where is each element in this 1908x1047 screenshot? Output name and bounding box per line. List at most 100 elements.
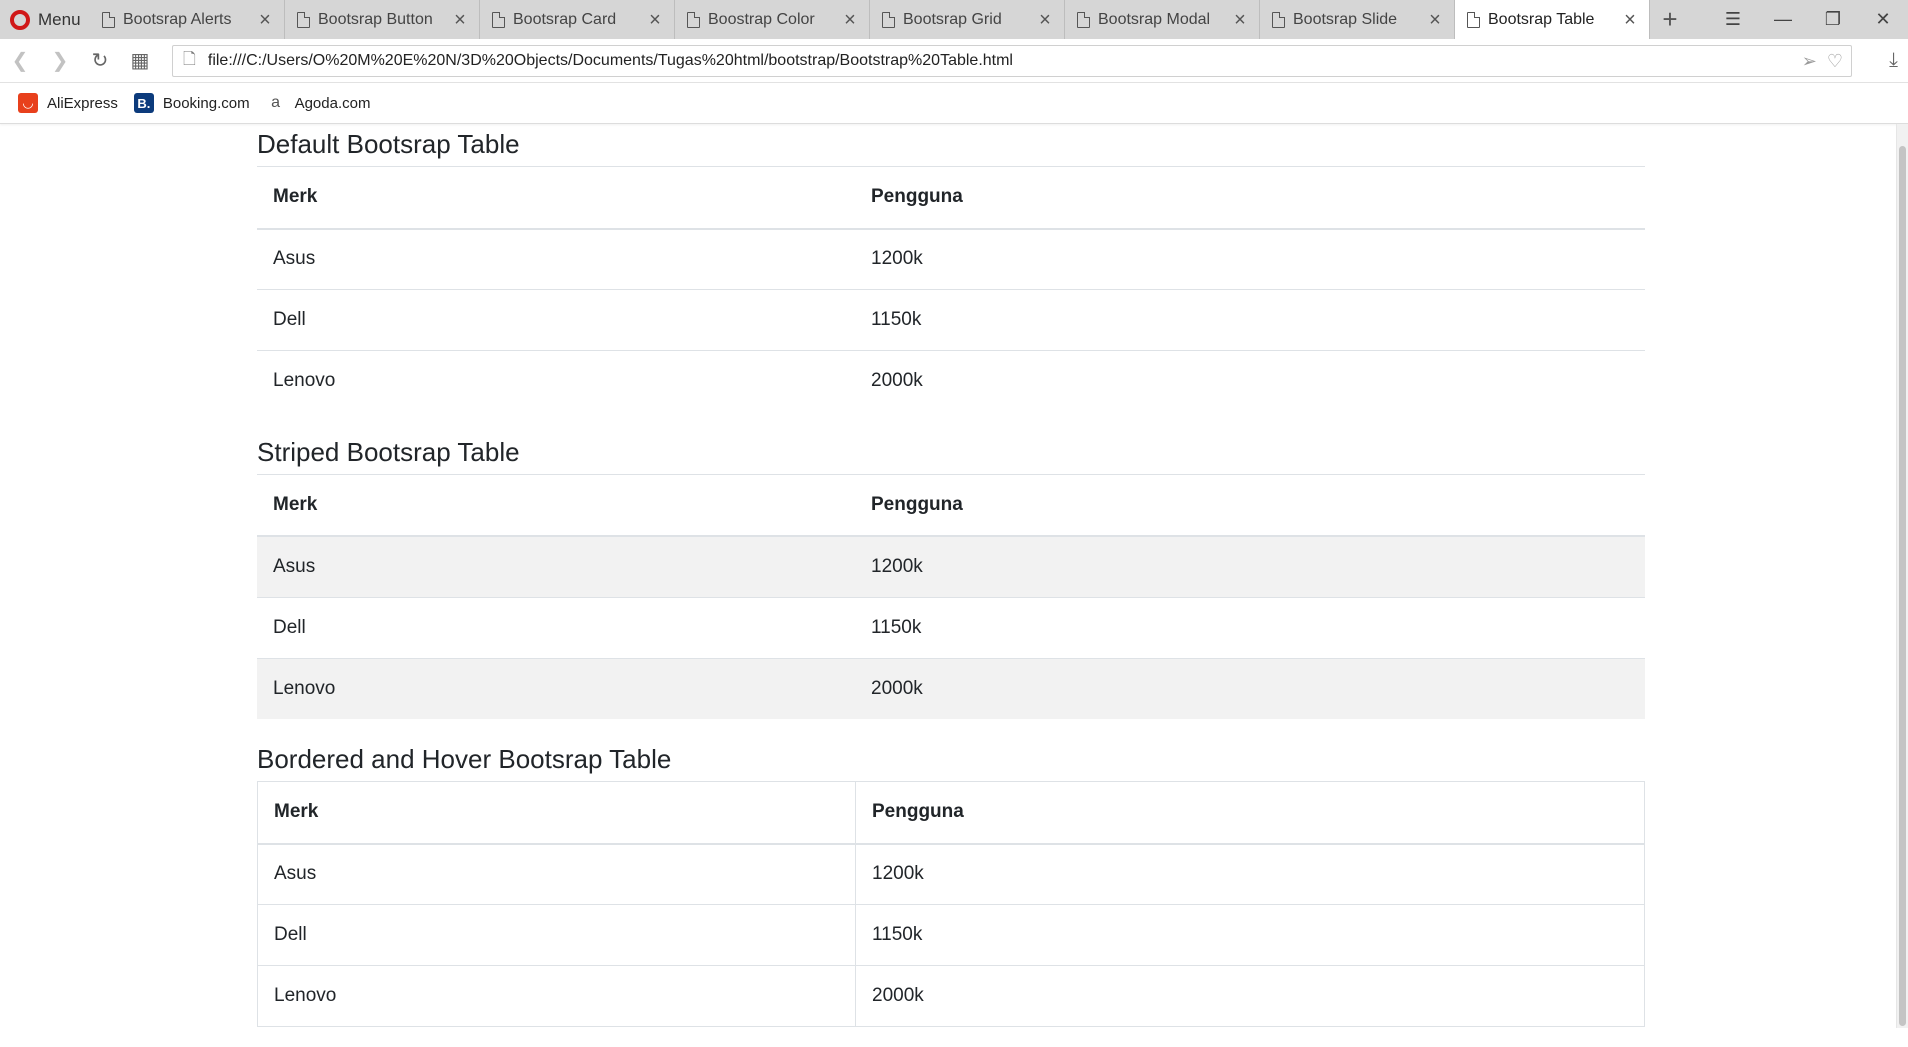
default-table: Merk Pengguna Asus 1200k Dell 1150k Leno… — [257, 166, 1645, 412]
column-header: Merk — [257, 781, 856, 845]
tab-label: Bootsrap Button — [318, 10, 433, 28]
table-row[interactable]: Lenovo 2000k — [257, 965, 1645, 1027]
close-icon[interactable]: × — [1231, 10, 1249, 30]
minimize-icon[interactable]: — — [1758, 9, 1808, 30]
send-icon[interactable]: ➢ — [1802, 51, 1817, 72]
table-cell: Lenovo — [257, 965, 856, 1027]
tab-bootsrap-button[interactable]: Bootsrap Button × — [285, 0, 480, 39]
bookmark-label: Agoda.com — [294, 94, 371, 112]
url-field[interactable]: 🗋 file:///C:/Users/O%20M%20E%20N/3D%20Ob… — [172, 45, 1852, 77]
tab-bootsrap-alerts[interactable]: Bootsrap Alerts × — [90, 0, 285, 39]
table-row: Lenovo 2000k — [257, 350, 1645, 412]
column-header: Pengguna — [855, 166, 1645, 230]
tab-label: Boostrap Color — [708, 10, 815, 28]
page-content: Default Bootsrap Table Merk Pengguna Asu… — [257, 124, 1645, 1047]
opera-logo-icon — [10, 9, 30, 30]
page-icon — [687, 11, 700, 28]
close-icon[interactable]: × — [1621, 10, 1639, 30]
tab-bar: Menu Bootsrap Alerts × Bootsrap Button ×… — [0, 0, 1908, 39]
table-cell: 1200k — [855, 843, 1645, 905]
back-icon[interactable]: ❮ — [0, 48, 40, 73]
column-header: Merk — [257, 166, 855, 230]
bookmark-aliexpress[interactable]: ◡ AliExpress — [18, 93, 118, 113]
table-header-row: Merk Pengguna — [257, 473, 1645, 537]
tab-bootsrap-slide[interactable]: Bootsrap Slide × — [1260, 0, 1455, 39]
address-bar: ❮ ❯ ↻ ▦ 🗋 file:///C:/Users/O%20M%20E%20N… — [0, 39, 1908, 83]
url-actions: ➢ ♡ — [1802, 51, 1851, 72]
forward-icon[interactable]: ❯ — [40, 48, 80, 73]
table-cell: 1150k — [855, 904, 1645, 966]
url-text[interactable]: file:///C:/Users/O%20M%20E%20N/3D%20Obje… — [208, 52, 1790, 70]
tab-label: Bootsrap Slide — [1293, 10, 1398, 28]
table-row: Asus 1200k — [257, 535, 1645, 597]
column-header: Pengguna — [855, 473, 1645, 537]
tab-bootsrap-modal[interactable]: Bootsrap Modal × — [1065, 0, 1260, 39]
close-icon[interactable]: × — [1036, 10, 1054, 30]
page-icon — [102, 11, 115, 28]
table-cell: Lenovo — [257, 350, 855, 412]
page-icon — [1467, 11, 1480, 28]
table-row: Asus 1200k — [257, 228, 1645, 290]
column-header: Pengguna — [855, 781, 1645, 845]
close-icon[interactable]: × — [841, 10, 859, 30]
table-cell: Dell — [257, 289, 855, 351]
table-cell: 1150k — [855, 289, 1645, 351]
new-tab-button[interactable]: + — [1650, 0, 1690, 39]
close-icon[interactable]: × — [256, 10, 274, 30]
opera-menu-button[interactable]: Menu — [0, 0, 90, 39]
page-icon — [882, 11, 895, 28]
scrollbar-thumb[interactable] — [1899, 146, 1906, 1026]
file-icon: 🗋 — [183, 50, 196, 68]
page-icon — [297, 11, 310, 28]
bookmark-agoda[interactable]: a Agoda.com — [266, 93, 371, 113]
table-header-row: Merk Pengguna — [257, 781, 1645, 845]
table-cell: Asus — [257, 535, 855, 597]
tab-label: Bootsrap Modal — [1098, 10, 1211, 28]
table-cell: Dell — [257, 904, 856, 966]
page-icon — [1272, 11, 1285, 28]
table-cell: Dell — [257, 596, 855, 658]
table-row: Lenovo 2000k — [257, 657, 1645, 719]
page-icon — [492, 11, 505, 28]
table-row[interactable]: Asus 1200k — [257, 843, 1645, 905]
restore-icon[interactable]: ❐ — [1808, 9, 1858, 30]
download-icon[interactable]: ⤓ — [1889, 49, 1898, 72]
section-title: Default Bootsrap Table — [257, 129, 520, 159]
striped-table-section: Striped Bootsrap Table Merk Pengguna Asu… — [257, 432, 1645, 719]
heart-icon[interactable]: ♡ — [1827, 51, 1843, 72]
table-row[interactable]: Dell 1150k — [257, 904, 1645, 966]
close-icon[interactable]: × — [646, 10, 664, 30]
page-icon — [1077, 11, 1090, 28]
striped-table: Merk Pengguna Asus 1200k Dell 1150k Leno… — [257, 473, 1645, 719]
table-cell: 2000k — [855, 350, 1645, 412]
agoda-icon: a — [271, 94, 281, 111]
tab-label: Bootsrap Grid — [903, 10, 1002, 28]
column-header: Merk — [257, 473, 855, 537]
section-title: Striped Bootsrap Table — [257, 436, 520, 467]
table-cell: Lenovo — [257, 657, 855, 719]
speed-dial-icon[interactable]: ▦ — [120, 48, 160, 73]
tab-bootsrap-grid[interactable]: Bootsrap Grid × — [870, 0, 1065, 39]
table-cell: Asus — [257, 843, 856, 905]
default-table-section: Default Bootsrap Table Merk Pengguna Asu… — [257, 124, 1645, 412]
close-icon[interactable]: × — [451, 10, 469, 30]
bookmark-booking[interactable]: B. Booking.com — [133, 93, 250, 113]
tab-label: Bootsrap Alerts — [123, 10, 232, 28]
bookmark-label: AliExpress — [47, 94, 118, 112]
aliexpress-icon: ◡ — [18, 93, 38, 113]
table-header-row: Merk Pengguna — [257, 166, 1645, 230]
tab-menu-icon[interactable]: ☰ — [1708, 9, 1758, 30]
bookmark-label: Booking.com — [162, 94, 250, 112]
tab-bootsrap-card[interactable]: Bootsrap Card × — [480, 0, 675, 39]
tab-bootsrap-table[interactable]: Bootsrap Table × — [1455, 0, 1650, 39]
table-cell: 2000k — [855, 657, 1645, 719]
reload-icon[interactable]: ↻ — [80, 48, 120, 73]
tab-boostrap-color[interactable]: Boostrap Color × — [675, 0, 870, 39]
table-cell: 2000k — [855, 965, 1645, 1027]
tab-label: Bootsrap Card — [513, 10, 617, 28]
table-cell: 1150k — [855, 596, 1645, 658]
tab-label: Bootsrap Table — [1488, 10, 1595, 28]
close-icon[interactable]: × — [1426, 10, 1444, 30]
booking-icon: B. — [133, 93, 154, 113]
close-window-icon[interactable]: ✕ — [1858, 9, 1908, 30]
